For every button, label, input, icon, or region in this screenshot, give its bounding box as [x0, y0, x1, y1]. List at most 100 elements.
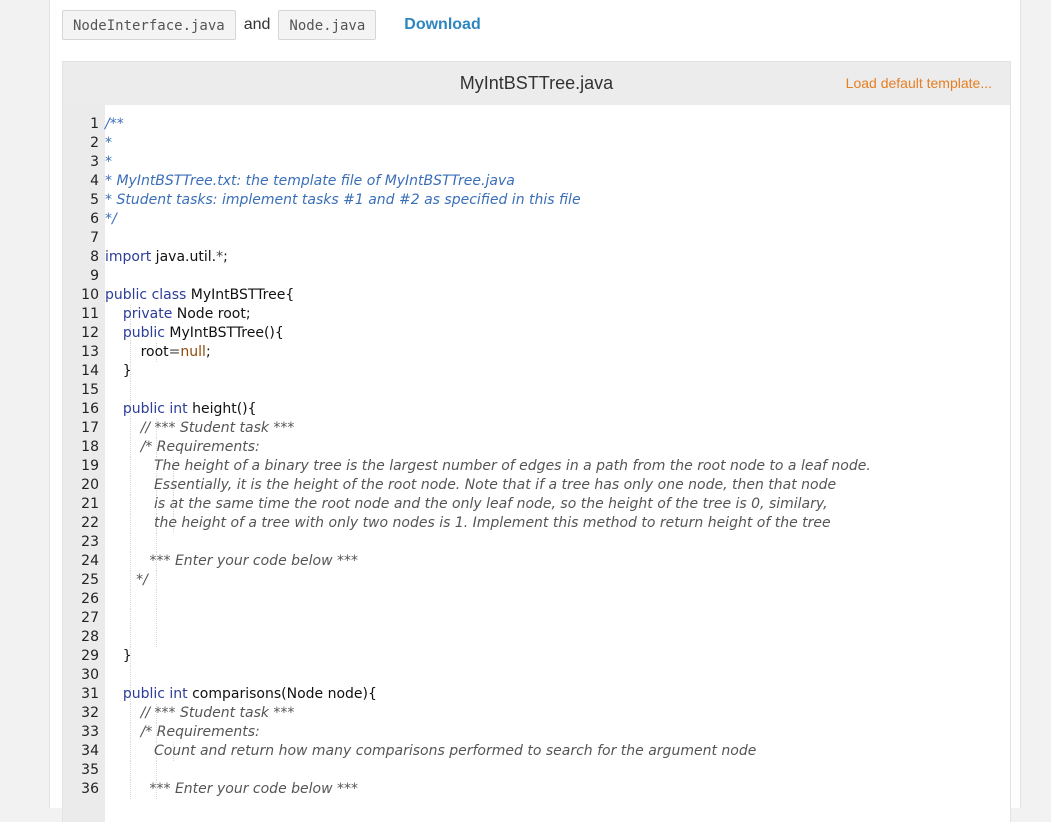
code-text: * Student tasks: implement tasks #1 and … [105, 191, 581, 210]
line-number: 29 [81, 648, 99, 664]
line-number: 4 [90, 173, 99, 189]
line-number: 24 [81, 553, 99, 569]
code-token: Count and return how many comparisons pe… [153, 743, 757, 759]
file-links-bar: NodeInterface.java and Node.java Downloa… [62, 9, 481, 41]
line-number: 18 [81, 439, 99, 455]
line-number: 34 [81, 743, 99, 759]
code-line: 25 */ [63, 571, 1010, 590]
line-number: 28 [81, 629, 99, 645]
line-number: 33 [81, 724, 99, 740]
code-token: * [216, 249, 224, 265]
line-number: 26 [81, 591, 99, 607]
indent-guide [156, 761, 157, 780]
code-token: public int [122, 401, 188, 417]
code-line: 17 // *** Student task *** [63, 419, 1010, 438]
code-token: */ [105, 211, 117, 227]
code-line: 31 public int comparisons(Node node){ [63, 685, 1010, 704]
code-token: } [105, 648, 132, 664]
line-number: 35 [81, 762, 99, 778]
download-link[interactable]: Download [404, 16, 480, 34]
line-number: 17 [81, 420, 99, 436]
code-text: root=null; [105, 343, 211, 362]
code-line: 33 /* Requirements: [63, 723, 1010, 742]
code-text: } [105, 362, 132, 381]
code-token: // *** Student task *** [140, 420, 295, 436]
file-nodeinterface: NodeInterface.java [62, 10, 236, 40]
code-token: is at the same time the root node and th… [153, 496, 828, 512]
code-token: public class [105, 287, 187, 303]
code-text: * MyIntBSTTree.txt: the template file of… [105, 172, 515, 191]
code-token: MyIntBSTTree{ [186, 287, 295, 303]
line-number: 9 [90, 268, 99, 284]
line-number: 11 [81, 306, 99, 322]
code-text: */ [105, 571, 148, 590]
code-text: Count and return how many comparisons pe… [105, 742, 756, 761]
code-text: */ [105, 210, 117, 229]
code-line: 9 [63, 267, 1010, 286]
line-number: 36 [81, 781, 99, 797]
code-text: The height of a binary tree is the large… [105, 457, 871, 476]
indent-guide [156, 609, 157, 628]
code-line: 11 private Node root; [63, 305, 1010, 324]
code-token: Essentially, it is the height of the roo… [153, 477, 837, 493]
code-text: public int height(){ [105, 400, 257, 419]
code-lines: 1/** 2 * 3 * 4 * MyIntBSTTree.txt: the templat… [63, 115, 1010, 799]
code-line: 2 * [63, 134, 1010, 153]
line-number: 10 [81, 287, 99, 303]
code-text: *** Enter your code below *** [105, 552, 358, 571]
line-number: 16 [81, 401, 99, 417]
code-line: 27 [63, 609, 1010, 628]
indent-guide [130, 666, 131, 685]
code-text: /** [105, 115, 124, 134]
code-textarea[interactable]: 1/** 2 * 3 * 4 * MyIntBSTTree.txt: the templat… [63, 105, 1010, 822]
code-line: 18 /* Requirements: [63, 438, 1010, 457]
line-number: 31 [81, 686, 99, 702]
code-token: Node root; [172, 306, 251, 322]
code-line: 34 Count and return how many comparisons… [63, 742, 1010, 761]
code-text: Essentially, it is the height of the roo… [105, 476, 836, 495]
line-number: 30 [81, 667, 99, 683]
code-line: 23 [63, 533, 1010, 552]
code-token: // *** Student task *** [140, 705, 295, 721]
code-text: /* Requirements: [105, 723, 260, 742]
code-token: */ [136, 572, 148, 588]
code-token: * [105, 135, 112, 151]
indent-guide [130, 590, 131, 609]
indent-guide [156, 590, 157, 609]
code-text: public int comparisons(Node node){ [105, 685, 377, 704]
code-line: 7 [63, 229, 1010, 248]
indent-guide [130, 628, 131, 647]
code-token: private [122, 306, 173, 322]
code-line: 22 the height of a tree with only two no… [63, 514, 1010, 533]
code-line: 32 // *** Student task *** [63, 704, 1010, 723]
code-line: 30 [63, 666, 1010, 685]
code-line: 24 *** Enter your code below *** [63, 552, 1010, 571]
line-number: 25 [81, 572, 99, 588]
code-line: 5 * Student tasks: implement tasks #1 and… [63, 191, 1010, 210]
code-token: root [105, 344, 169, 360]
load-default-template-link[interactable]: Load default template... [846, 62, 992, 105]
code-token: /** [105, 116, 124, 132]
code-line: 15 [63, 381, 1010, 400]
code-text: the height of a tree with only two nodes… [105, 514, 831, 533]
code-line: 6 */ [63, 210, 1010, 229]
code-line: 10 public class MyIntBSTTree{ [63, 286, 1010, 305]
code-token: MyIntBSTTree(){ [164, 325, 284, 341]
code-text: // *** Student task *** [105, 419, 295, 438]
line-number: 2 [90, 135, 99, 151]
line-number: 14 [81, 363, 99, 379]
code-line: 35 [63, 761, 1010, 780]
indent-guide [130, 533, 131, 552]
code-line: 36 *** Enter your code below *** [63, 780, 1010, 799]
line-number: 27 [81, 610, 99, 626]
indent-guide [130, 609, 131, 628]
